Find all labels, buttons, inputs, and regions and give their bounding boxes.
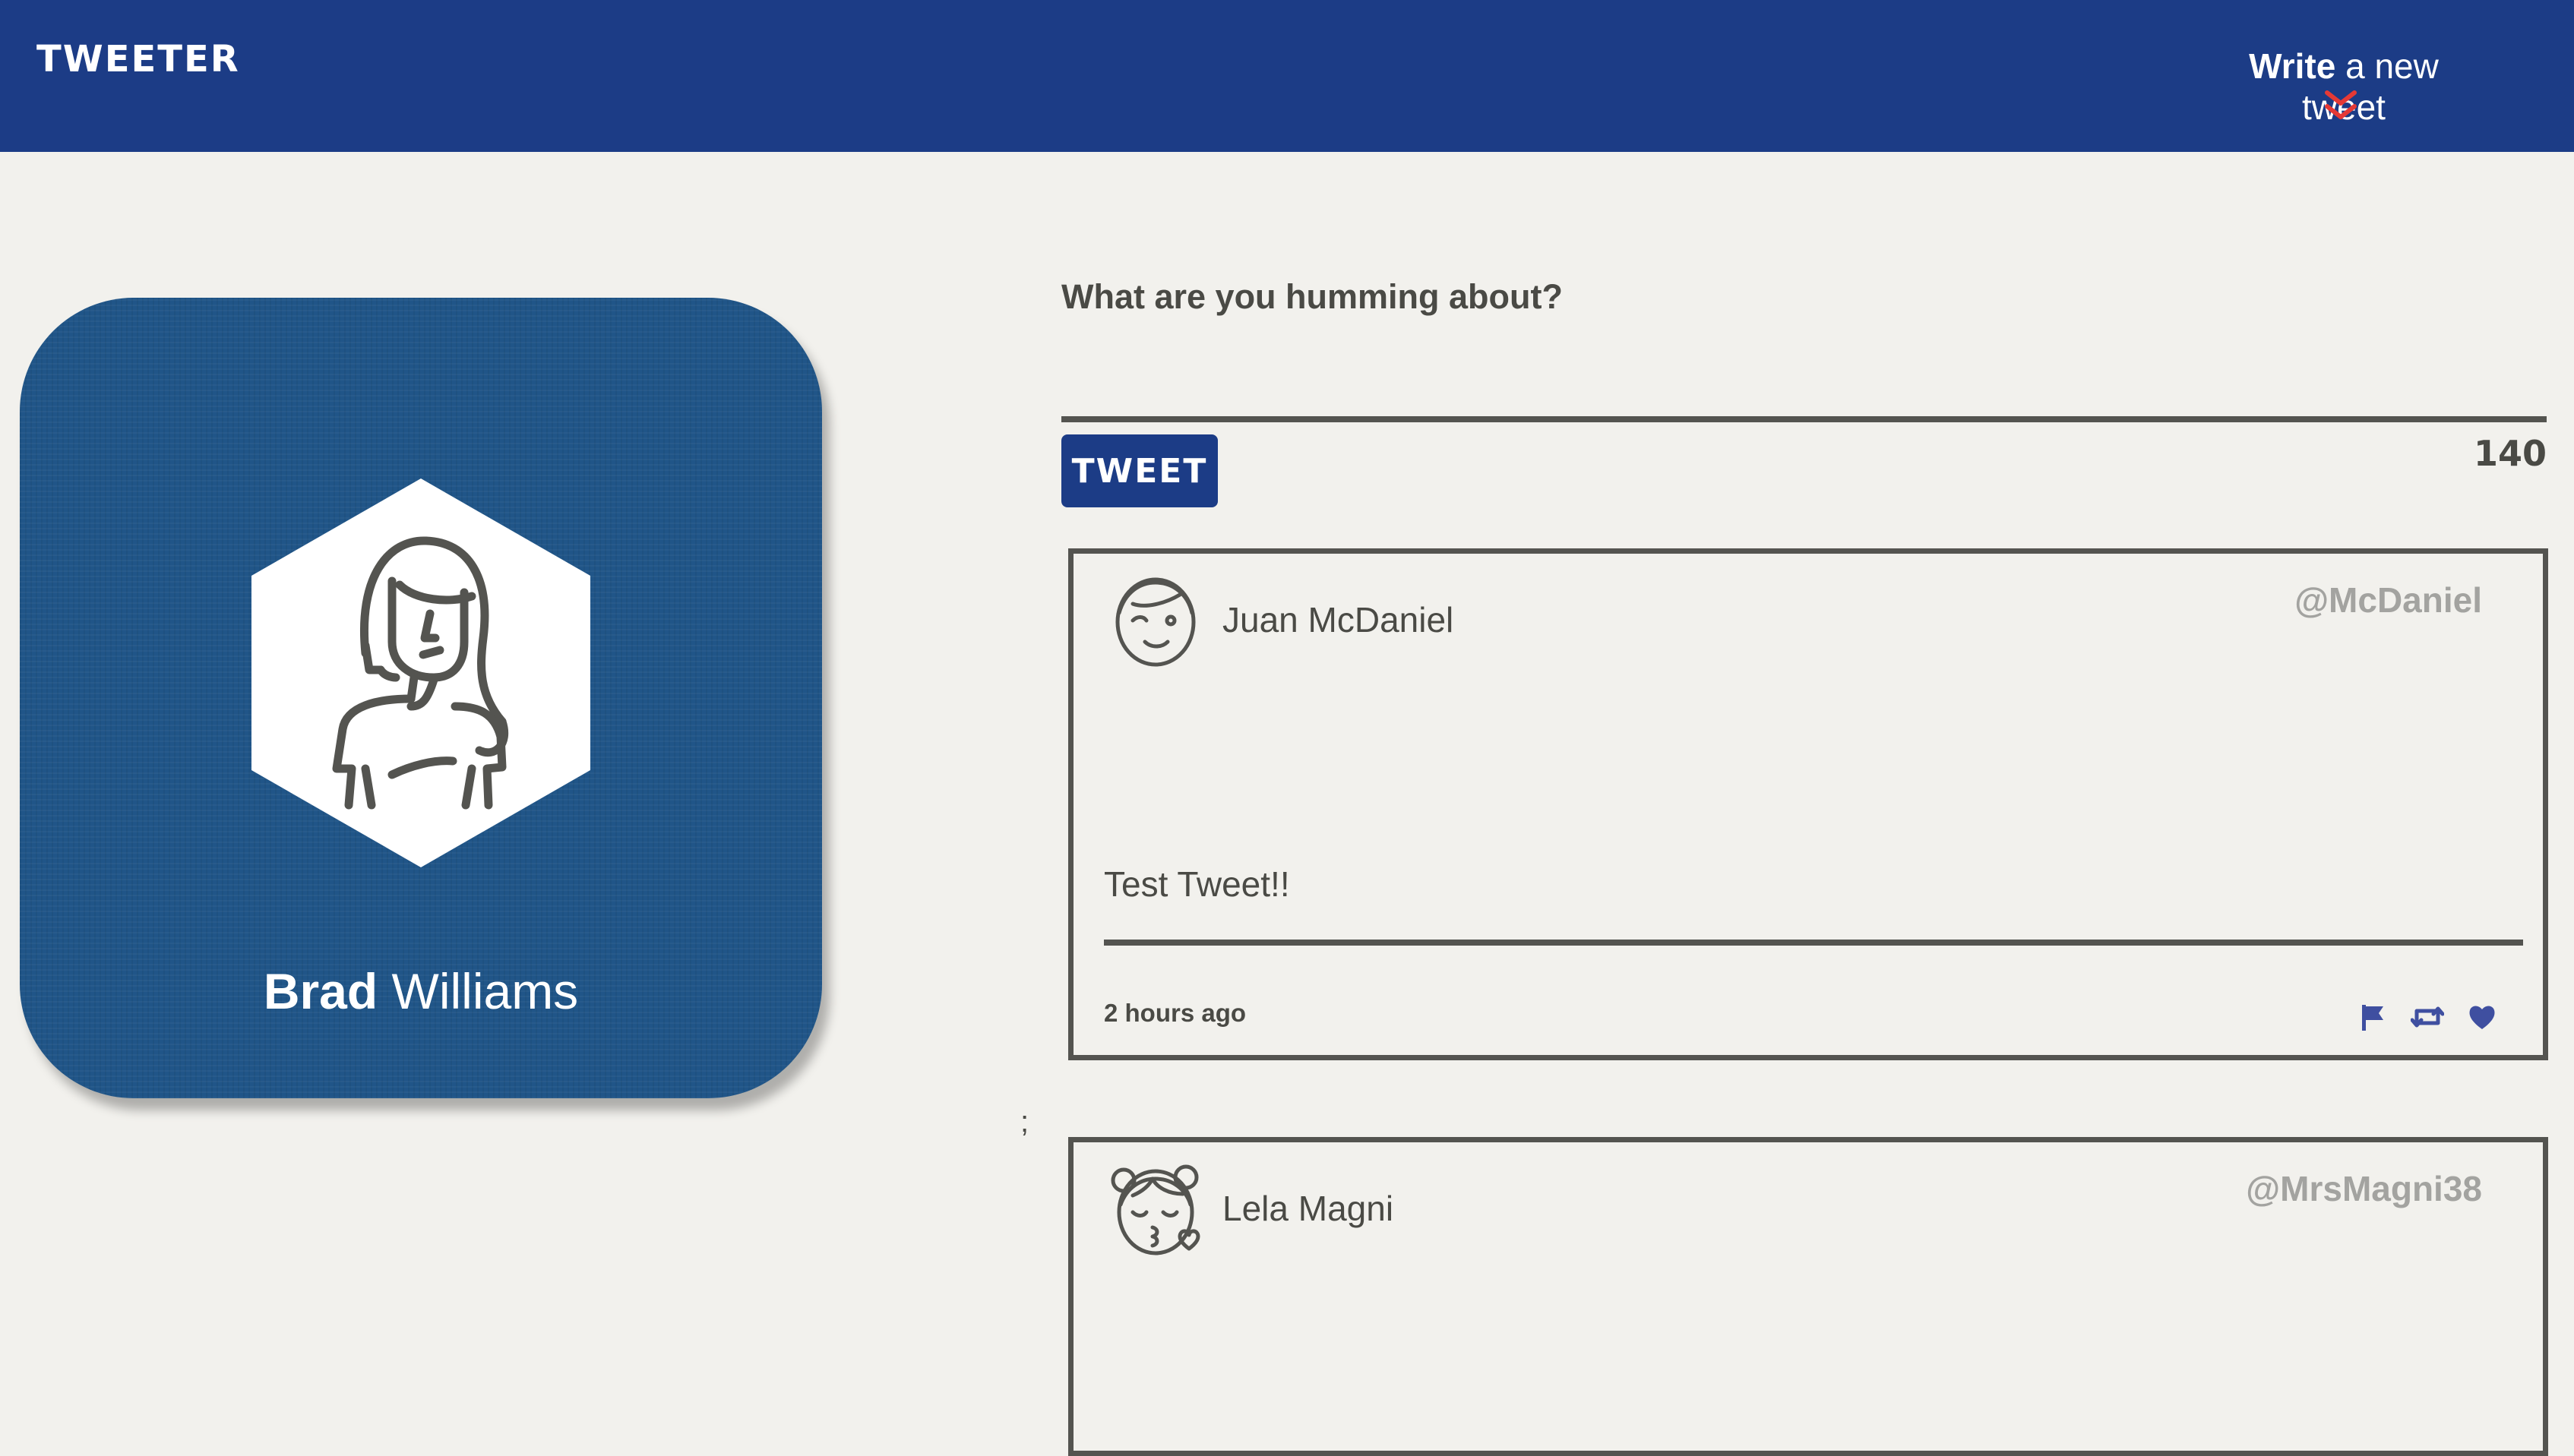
compose-label-strong: Write [2249, 46, 2336, 86]
tweet-timestamp: 2 hours ago [1104, 999, 1247, 1027]
profile-last-name: Williams [378, 963, 579, 1019]
tweet-author-handle[interactable]: @MrsMagni38 [2246, 1168, 2482, 1209]
heart-icon[interactable] [2467, 1002, 2497, 1032]
profile-first-name: Brad [263, 963, 378, 1019]
compose-prompt: What are you humming about? [1061, 277, 1563, 316]
tweet-actions [2357, 1002, 2497, 1032]
woman-avatar-icon [251, 478, 590, 867]
tweet-card: Juan McDaniel @McDaniel Test Tweet!! 2 h… [1068, 548, 2548, 1060]
retweet-icon[interactable] [2411, 1002, 2444, 1032]
tweet-author-handle[interactable]: @McDaniel [2294, 580, 2482, 621]
flag-icon[interactable] [2357, 1002, 2388, 1032]
profile-card: Brad Williams [20, 298, 822, 1098]
tweet-divider [1104, 940, 2523, 946]
tweet-card: Lela Magni @MrsMagni38 [1068, 1137, 2548, 1456]
tweet-author-name[interactable]: Juan McDaniel [1222, 599, 1453, 640]
kissing-girl-avatar-icon [1111, 1164, 1200, 1255]
tweet-author-name[interactable]: Lela Magni [1222, 1188, 1393, 1229]
stray-semicolon: ; [1020, 1105, 1029, 1139]
tweet-content: Test Tweet!! [1104, 864, 1290, 904]
profile-name: Brad Williams [20, 962, 822, 1020]
brand-logo[interactable]: TWEETER [36, 38, 240, 81]
tweet-button[interactable]: TWEET [1061, 434, 1218, 507]
top-nav: TWEETER Write a new tweet [0, 0, 2574, 152]
tweet-textarea[interactable] [1061, 327, 2547, 422]
winking-boy-avatar-icon [1115, 577, 1196, 667]
double-chevron-down-icon[interactable] [2323, 90, 2358, 123]
character-counter: 140 [2473, 433, 2547, 474]
